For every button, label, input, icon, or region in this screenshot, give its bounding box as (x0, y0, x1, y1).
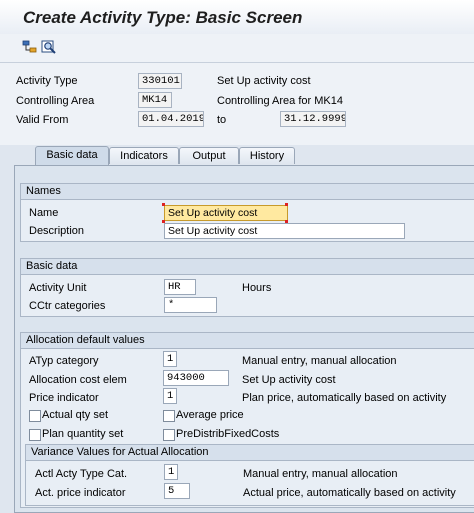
activity-type-field[interactable]: 330101 (138, 73, 182, 89)
basic-data-group-title: Basic data (21, 259, 474, 275)
controlling-area-label: Controlling Area (16, 95, 95, 107)
activity-type-desc: Set Up activity cost (217, 75, 311, 87)
focus-marker-tr (285, 203, 288, 206)
valid-from-label: Valid From (16, 114, 69, 126)
act-price-indicator-label: Act. price indicator (35, 487, 126, 499)
price-indicator-desc: Plan price, automatically based on activ… (242, 392, 447, 404)
focus-marker-tl (162, 203, 165, 206)
activity-unit-field[interactable]: HR (164, 279, 196, 295)
activity-unit-label: Activity Unit (29, 282, 87, 294)
average-price-checkbox[interactable] (163, 410, 175, 422)
window-title: Create Activity Type: Basic Screen (23, 8, 303, 27)
tab-indicators[interactable]: Indicators (109, 147, 179, 164)
controlling-area-desc: Controlling Area for MK14 (217, 95, 343, 107)
tab-output[interactable]: Output (179, 147, 239, 164)
variance-group-title: Variance Values for Actual Allocation (26, 445, 474, 461)
activity-unit-desc: Hours (242, 282, 272, 294)
title-bar: Create Activity Type: Basic Screen (0, 0, 474, 35)
price-indicator-field[interactable]: 1 (163, 388, 177, 404)
average-price-label: Average price (176, 409, 244, 421)
actl-acty-type-cat-desc: Manual entry, manual allocation (243, 468, 398, 480)
alloc-cost-elem-desc: Set Up activity cost (242, 374, 336, 386)
valid-to-label: to (217, 114, 227, 126)
cctr-categories-label: CCtr categories (29, 300, 106, 312)
hierarchy-icon[interactable] (22, 39, 38, 55)
plan-quantity-set-checkbox[interactable] (29, 429, 41, 441)
valid-from-field[interactable]: 01.04.2019 (138, 111, 204, 127)
cctr-categories-field[interactable]: * (164, 297, 217, 313)
tab-panel: Names Name Set Up activity cost Descript… (14, 165, 474, 513)
name-label: Name (29, 207, 59, 219)
act-price-indicator-field[interactable]: 5 (164, 483, 190, 499)
names-group-title: Names (21, 184, 474, 200)
plan-quantity-set-label: Plan quantity set (42, 428, 124, 440)
atyp-category-label: ATyp category (29, 355, 99, 367)
name-field[interactable]: Set Up activity cost (164, 205, 288, 221)
basic-data-group: Basic data Activity Unit HR Hours CCtr c… (20, 258, 474, 317)
actl-acty-type-cat-field[interactable]: 1 (164, 464, 178, 480)
tab-history[interactable]: History (239, 147, 295, 164)
names-group: Names Name Set Up activity cost Descript… (20, 183, 474, 242)
predistrib-checkbox[interactable] (163, 429, 175, 441)
allocation-group: Allocation default values ATyp category … (20, 332, 474, 508)
application-toolbar (0, 34, 474, 63)
atyp-category-desc: Manual entry, manual allocation (242, 355, 397, 367)
actual-qty-set-label: Actual qty set (42, 409, 109, 421)
act-price-indicator-desc: Actual price, automatically based on act… (243, 487, 456, 499)
description-field[interactable]: Set Up activity cost (164, 223, 405, 239)
actual-qty-set-checkbox[interactable] (29, 410, 41, 422)
actl-acty-type-cat-label: Actl Acty Type Cat. (35, 468, 128, 480)
predistrib-label: PreDistribFixedCosts (176, 428, 280, 440)
variance-group: Variance Values for Actual Allocation Ac… (25, 444, 474, 506)
alloc-cost-elem-label: Allocation cost elem (29, 374, 127, 386)
alloc-cost-elem-field[interactable]: 943000 (163, 370, 229, 386)
price-indicator-label: Price indicator (29, 392, 99, 404)
activity-type-label: Activity Type (16, 75, 78, 87)
atyp-category-field[interactable]: 1 (163, 351, 177, 367)
tab-basic-data[interactable]: Basic data (35, 146, 109, 165)
valid-to-field[interactable]: 31.12.9999 (280, 111, 346, 127)
find-icon[interactable] (41, 39, 57, 55)
description-label: Description (29, 225, 85, 237)
allocation-group-title: Allocation default values (21, 333, 474, 349)
controlling-area-field[interactable]: MK14 (138, 92, 172, 108)
